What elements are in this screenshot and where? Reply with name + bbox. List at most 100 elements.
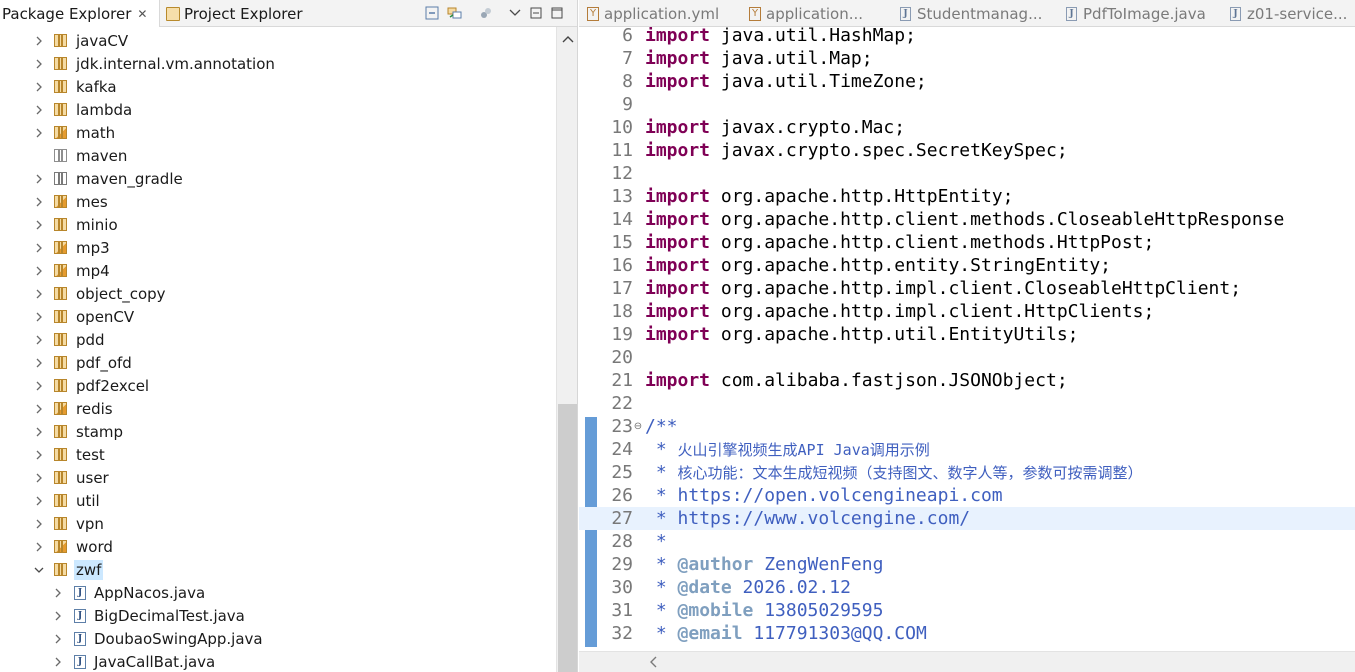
view-menu-chevron-icon[interactable] bbox=[506, 4, 524, 22]
code-line[interactable]: 28 * bbox=[579, 530, 1355, 553]
editor-tab[interactable]: Yapplication... bbox=[749, 0, 863, 27]
tree-item-package[interactable]: pdf2excel bbox=[0, 374, 556, 397]
chevron-right-icon[interactable] bbox=[33, 190, 45, 213]
code-line[interactable]: 32 * @email 117791303@QQ.COM bbox=[579, 622, 1355, 645]
chevron-right-icon[interactable] bbox=[33, 443, 45, 466]
tree-item-package[interactable]: stamp bbox=[0, 420, 556, 443]
maximize-icon[interactable] bbox=[548, 4, 566, 22]
chevron-right-icon[interactable] bbox=[33, 466, 45, 489]
chevron-right-icon[interactable] bbox=[33, 98, 45, 121]
code-line[interactable]: 29 * @author ZengWenFeng bbox=[579, 553, 1355, 576]
code-line[interactable]: 10 import javax.crypto.Mac; bbox=[579, 116, 1355, 139]
fold-collapse-icon[interactable]: ⊖ bbox=[633, 421, 643, 432]
chevron-right-icon[interactable] bbox=[33, 420, 45, 443]
chevron-right-icon[interactable] bbox=[52, 604, 64, 627]
tree-item-package[interactable]: pdd bbox=[0, 328, 556, 351]
tree-item-package[interactable]: user bbox=[0, 466, 556, 489]
chevron-down-icon[interactable] bbox=[33, 558, 45, 581]
chevron-right-icon[interactable] bbox=[33, 29, 45, 52]
minimize-icon[interactable] bbox=[527, 4, 545, 22]
chevron-right-icon[interactable] bbox=[33, 489, 45, 512]
code-line[interactable]: 17 import org.apache.http.impl.client.Clo… bbox=[579, 277, 1355, 300]
chevron-right-icon[interactable] bbox=[33, 397, 45, 420]
tree-item-package[interactable]: pdf_ofd bbox=[0, 351, 556, 374]
code-line[interactable]: 22 bbox=[579, 392, 1355, 415]
tree-item-package[interactable]: maven_gradle bbox=[0, 167, 556, 190]
close-icon[interactable]: ✕ bbox=[137, 7, 147, 21]
url-link[interactable]: https://www.volcengine.com/ bbox=[678, 508, 971, 529]
tree-item-package[interactable]: minio bbox=[0, 213, 556, 236]
chevron-right-icon[interactable] bbox=[33, 305, 45, 328]
chevron-right-icon[interactable] bbox=[33, 512, 45, 535]
chevron-right-icon[interactable] bbox=[52, 627, 64, 650]
vertical-scrollbar[interactable] bbox=[556, 27, 577, 672]
chevron-right-icon[interactable] bbox=[52, 650, 64, 672]
code-line[interactable]: 14 import org.apache.http.client.methods.… bbox=[579, 208, 1355, 231]
scrollbar-thumb[interactable] bbox=[558, 404, 577, 672]
tree-item-java-file[interactable]: J AppNacos.java bbox=[0, 581, 556, 604]
chevron-right-icon[interactable] bbox=[33, 213, 45, 236]
link-with-editor-icon[interactable] bbox=[446, 4, 464, 22]
horizontal-scrollbar[interactable] bbox=[579, 651, 1355, 672]
editor-tab[interactable]: J PdfToImage.java bbox=[1066, 0, 1206, 27]
code-line[interactable]: 31 * @mobile 13805029595 bbox=[579, 599, 1355, 622]
java-editor[interactable]: 6 import java.util.HashMap; 7 import java.u… bbox=[579, 27, 1355, 651]
code-line[interactable]: 6 import java.util.HashMap; bbox=[579, 27, 1355, 47]
tree-item-package[interactable]: redis bbox=[0, 397, 556, 420]
scroll-up-icon[interactable] bbox=[557, 29, 577, 49]
code-line[interactable]: 19 import org.apache.http.util.EntityUtil… bbox=[579, 323, 1355, 346]
tree-item-package[interactable]: object_copy bbox=[0, 282, 556, 305]
code-line[interactable]: 8 import java.util.TimeZone; bbox=[579, 70, 1355, 93]
collapse-all-icon[interactable] bbox=[423, 4, 441, 22]
code-line[interactable]: 26 * https://open.volcengineapi.com bbox=[579, 484, 1355, 507]
code-line[interactable]: 7 import java.util.Map; bbox=[579, 47, 1355, 70]
chevron-right-icon[interactable] bbox=[33, 374, 45, 397]
code-line[interactable]: 9 bbox=[579, 93, 1355, 116]
chevron-right-icon[interactable] bbox=[33, 328, 45, 351]
chevron-right-icon[interactable] bbox=[33, 259, 45, 282]
code-line[interactable]: 23 ⊖/** bbox=[579, 415, 1355, 438]
tree-item-package[interactable]: mes bbox=[0, 190, 556, 213]
code-line[interactable]: 21 import com.alibaba.fastjson.JSONObject… bbox=[579, 369, 1355, 392]
code-line[interactable]: 24 * 火山引擎视频生成API Java调用示例 bbox=[579, 438, 1355, 461]
code-line[interactable]: 16 import org.apache.http.entity.StringEn… bbox=[579, 254, 1355, 277]
tree-item-package[interactable]: word bbox=[0, 535, 556, 558]
chevron-right-icon[interactable] bbox=[52, 581, 64, 604]
chevron-right-icon[interactable] bbox=[33, 167, 45, 190]
chevron-right-icon[interactable] bbox=[33, 121, 45, 144]
chevron-right-icon[interactable] bbox=[33, 52, 45, 75]
tree-item-package[interactable]: openCV bbox=[0, 305, 556, 328]
tree-item-package[interactable]: test bbox=[0, 443, 556, 466]
tree-item-package[interactable]: lambda bbox=[0, 98, 556, 121]
scroll-left-icon[interactable] bbox=[645, 654, 661, 670]
code-line[interactable]: 13 import org.apache.http.HttpEntity; bbox=[579, 185, 1355, 208]
tree-item-package[interactable]: vpn bbox=[0, 512, 556, 535]
tree-item-package[interactable]: mp3 bbox=[0, 236, 556, 259]
code-line[interactable]: 25 * 核心功能：文本生成短视频（支持图文、数字人等，参数可按需调整） bbox=[579, 461, 1355, 484]
chevron-right-icon[interactable] bbox=[33, 282, 45, 305]
url-link[interactable]: https://open.volcengineapi.com bbox=[678, 485, 1003, 506]
tree-item-package[interactable]: jdk.internal.vm.annotation bbox=[0, 52, 556, 75]
tree-item-package[interactable]: util bbox=[0, 489, 556, 512]
code-line[interactable]: 27 * https://www.volcengine.com/ bbox=[579, 507, 1355, 530]
code-line[interactable]: 18 import org.apache.http.impl.client.Htt… bbox=[579, 300, 1355, 323]
tree-item-java-file[interactable]: J JavaCallBat.java bbox=[0, 650, 556, 672]
code-line[interactable]: 30 * @date 2026.02.12 bbox=[579, 576, 1355, 599]
tree-item-package[interactable]: javaCV bbox=[0, 29, 556, 52]
editor-tab[interactable]: Jz01-service... bbox=[1230, 0, 1347, 27]
tree-item-package[interactable]: zwf bbox=[0, 558, 556, 581]
focus-on-task-icon[interactable] bbox=[477, 4, 495, 22]
code-line[interactable]: 15 import org.apache.http.client.methods.… bbox=[579, 231, 1355, 254]
tree-item-package[interactable]: mp4 bbox=[0, 259, 556, 282]
chevron-right-icon[interactable] bbox=[33, 351, 45, 374]
tree-item-java-file[interactable]: J BigDecimalTest.java bbox=[0, 604, 556, 627]
code-line[interactable]: 20 bbox=[579, 346, 1355, 369]
chevron-right-icon[interactable] bbox=[33, 236, 45, 259]
tree-item-package[interactable]: maven bbox=[0, 144, 556, 167]
tree-item-package[interactable]: kafka bbox=[0, 75, 556, 98]
tab-project-explorer[interactable]: Project Explorer bbox=[162, 0, 303, 27]
code-line[interactable]: 11 import javax.crypto.spec.SecretKeySpec… bbox=[579, 139, 1355, 162]
tree-item-package[interactable]: math bbox=[0, 121, 556, 144]
chevron-right-icon[interactable] bbox=[33, 75, 45, 98]
chevron-right-icon[interactable] bbox=[33, 535, 45, 558]
